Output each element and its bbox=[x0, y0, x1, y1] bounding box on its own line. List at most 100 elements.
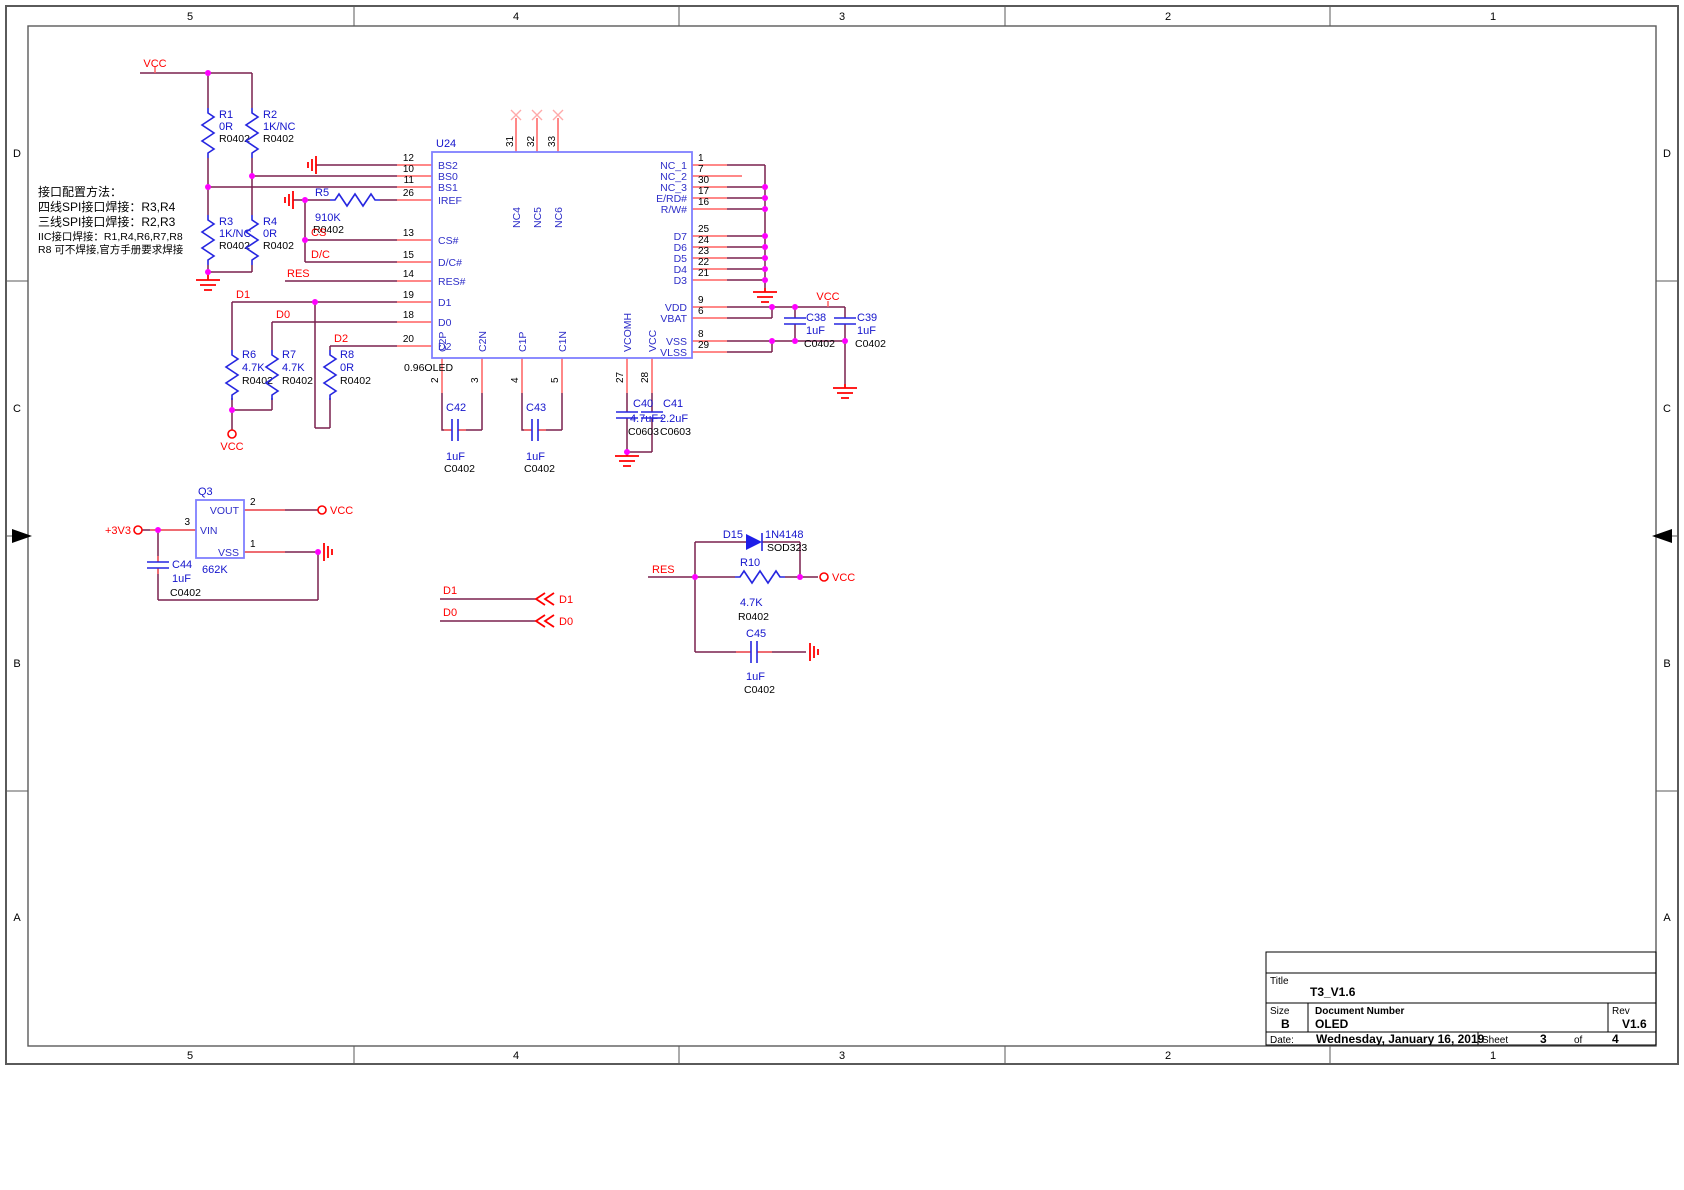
refdes[interactable]: R10 bbox=[740, 557, 760, 569]
value[interactable]: 1uF bbox=[857, 325, 876, 337]
diode-icon[interactable] bbox=[746, 534, 762, 550]
footprint[interactable]: R0402 bbox=[219, 240, 250, 252]
footprint[interactable]: C0402 bbox=[170, 587, 201, 599]
gnd-icon[interactable] bbox=[753, 292, 777, 302]
value[interactable]: 4.7K bbox=[740, 597, 763, 609]
offpage-connector-d1[interactable]: D1 bbox=[536, 593, 573, 606]
net-label-d0[interactable]: D0 bbox=[276, 309, 290, 321]
component-c44[interactable]: C44 1uF C0402 bbox=[147, 559, 201, 599]
refdes[interactable]: R1 bbox=[219, 109, 233, 121]
value[interactable]: 1uF bbox=[746, 671, 765, 683]
refdes[interactable]: R7 bbox=[282, 349, 296, 361]
footprint[interactable]: R0402 bbox=[282, 375, 313, 387]
refdes[interactable]: R5 bbox=[315, 187, 329, 199]
footprint[interactable]: C0402 bbox=[524, 463, 555, 475]
net-label-d1[interactable]: D1 bbox=[236, 289, 250, 301]
footprint[interactable]: R0402 bbox=[340, 375, 371, 387]
refdes[interactable]: R2 bbox=[263, 109, 277, 121]
vcc-terminal[interactable] bbox=[318, 506, 326, 514]
refdes[interactable]: C42 bbox=[446, 402, 466, 414]
refdes[interactable]: D15 bbox=[723, 529, 743, 541]
refdes[interactable]: C40 bbox=[633, 398, 653, 410]
component-r4[interactable]: R4 0R R0402 bbox=[246, 215, 294, 265]
schematic-canvas[interactable]: 5 4 3 2 1 5 4 3 2 1 D C B A D C B A Titl… bbox=[0, 0, 1684, 1190]
value[interactable]: 662K bbox=[202, 564, 228, 576]
value[interactable]: 1uF bbox=[172, 573, 191, 585]
net-label-res[interactable]: RES bbox=[287, 268, 310, 280]
component-r10[interactable]: R10 4.7K R0402 bbox=[735, 557, 785, 623]
value[interactable]: 1uF bbox=[806, 325, 825, 337]
component-c45[interactable]: C45 1uF C0402 bbox=[744, 628, 775, 696]
offpage-label[interactable]: D1 bbox=[559, 594, 573, 606]
footprint[interactable]: R0402 bbox=[263, 133, 294, 145]
component-c38[interactable]: C38 1uF C0402 bbox=[784, 312, 835, 350]
footprint[interactable]: C0402 bbox=[744, 684, 775, 696]
component-c42[interactable]: C42 1uF C0402 bbox=[444, 402, 475, 475]
net-label-vcc[interactable]: VCC bbox=[330, 505, 353, 517]
net-label-3v3[interactable]: +3V3 bbox=[105, 525, 131, 537]
refdes[interactable]: C44 bbox=[172, 559, 192, 571]
value[interactable]: 1N4148 bbox=[765, 529, 804, 541]
refdes[interactable]: R8 bbox=[340, 349, 354, 361]
value[interactable]: 1uF bbox=[446, 451, 465, 463]
refdes[interactable]: C39 bbox=[857, 312, 877, 324]
component-r1[interactable]: R1 0R R0402 bbox=[202, 108, 250, 158]
value[interactable]: 0R bbox=[340, 362, 354, 374]
p3v3-terminal[interactable] bbox=[134, 526, 142, 534]
refdes[interactable]: C45 bbox=[746, 628, 766, 640]
footprint[interactable]: C0402 bbox=[444, 463, 475, 475]
component-u24[interactable]: U24 0.96OLED 12 10 11 26 13 15 14 19 18 … bbox=[403, 110, 710, 383]
gnd-side-icon[interactable] bbox=[810, 643, 818, 661]
value[interactable]: 2.2uF bbox=[660, 413, 688, 425]
footprint[interactable]: R0402 bbox=[738, 611, 769, 623]
net-label-vcc[interactable]: VCC bbox=[220, 441, 243, 453]
footprint[interactable]: C0402 bbox=[804, 338, 835, 350]
gnd-side-icon[interactable] bbox=[324, 543, 332, 561]
footprint[interactable]: SOD323 bbox=[767, 542, 807, 554]
refdes[interactable]: Q3 bbox=[198, 486, 213, 498]
net-label-dc[interactable]: D/C bbox=[311, 249, 330, 261]
component-r2[interactable]: R2 1K/NC R0402 bbox=[246, 108, 295, 158]
u24-refdes[interactable]: U24 bbox=[436, 138, 456, 150]
value[interactable]: 1K/NC bbox=[263, 121, 295, 133]
net-label-vcc[interactable]: VCC bbox=[832, 572, 855, 584]
component-c39[interactable]: C39 1uF C0402 bbox=[834, 312, 886, 350]
refdes[interactable]: R4 bbox=[263, 216, 277, 228]
offpage-label[interactable]: D0 bbox=[559, 616, 573, 628]
value[interactable]: 0R bbox=[219, 121, 233, 133]
footprint[interactable]: C0402 bbox=[855, 338, 886, 350]
value[interactable]: 910K bbox=[315, 212, 341, 224]
value[interactable]: 1uF bbox=[526, 451, 545, 463]
value[interactable]: 1K/NC bbox=[219, 228, 251, 240]
net-label-vcc[interactable]: VCC bbox=[816, 291, 839, 303]
u24-value[interactable]: 0.96OLED bbox=[404, 362, 453, 374]
vcc-terminal[interactable] bbox=[228, 430, 236, 438]
refdes[interactable]: C38 bbox=[806, 312, 826, 324]
net-label-cs[interactable]: CS bbox=[311, 227, 326, 239]
component-r7[interactable]: R7 4.7K R0402 bbox=[266, 349, 313, 400]
vcc-terminal[interactable] bbox=[820, 573, 828, 581]
footprint[interactable]: C0603 bbox=[660, 426, 691, 438]
component-r6[interactable]: R6 4.7K R0402 bbox=[226, 349, 273, 400]
net-label-d2[interactable]: D2 bbox=[334, 333, 348, 345]
net-label-d1[interactable]: D1 bbox=[443, 585, 457, 597]
component-r8[interactable]: R8 0R R0402 bbox=[324, 349, 371, 400]
gnd-icon[interactable] bbox=[833, 388, 857, 398]
gnd-icon[interactable] bbox=[196, 280, 220, 290]
footprint[interactable]: C0603 bbox=[628, 426, 659, 438]
refdes[interactable]: R6 bbox=[242, 349, 256, 361]
value[interactable]: 0R bbox=[263, 228, 277, 240]
value[interactable]: 4.7K bbox=[282, 362, 305, 374]
refdes[interactable]: C41 bbox=[663, 398, 683, 410]
component-r3[interactable]: R3 1K/NC R0402 bbox=[202, 215, 251, 265]
value[interactable]: 4.7K bbox=[242, 362, 265, 374]
component-c43[interactable]: C43 1uF C0402 bbox=[524, 402, 555, 475]
net-label-vcc[interactable]: VCC bbox=[143, 58, 166, 70]
refdes[interactable]: R3 bbox=[219, 216, 233, 228]
offpage-connector-d0[interactable]: D0 bbox=[536, 615, 573, 628]
refdes[interactable]: C43 bbox=[526, 402, 546, 414]
gnd-side-icon[interactable] bbox=[308, 156, 316, 174]
net-label-d0[interactable]: D0 bbox=[443, 607, 457, 619]
footprint[interactable]: R0402 bbox=[263, 240, 294, 252]
footprint[interactable]: R0402 bbox=[219, 133, 250, 145]
